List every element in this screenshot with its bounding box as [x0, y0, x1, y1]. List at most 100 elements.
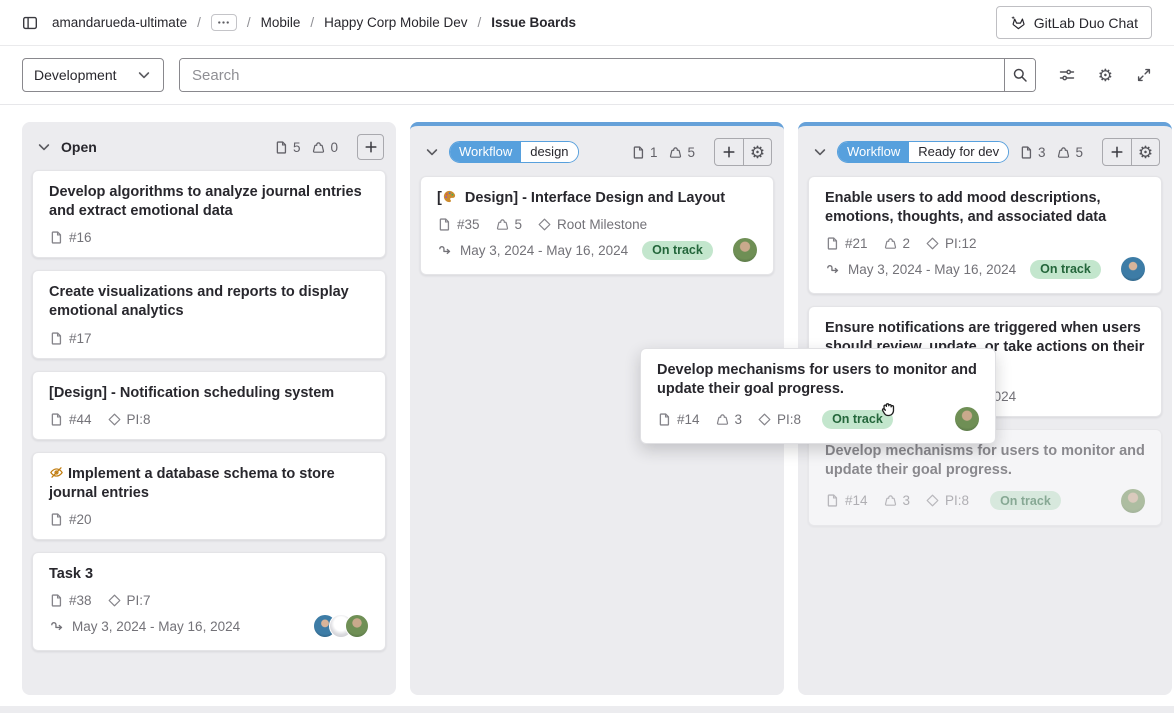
card-title: Enable users to add mood descriptions, e… — [825, 189, 1145, 227]
issue-card[interactable]: [ Design] - Interface Design and Layout … — [420, 176, 774, 275]
weight-icon — [668, 145, 683, 160]
weight-count: 0 — [311, 140, 338, 155]
fullscreen-button[interactable] — [1136, 67, 1152, 83]
avatar[interactable] — [345, 614, 369, 638]
plus-icon — [721, 144, 737, 160]
breadcrumb-group[interactable]: amandarueda-ultimate — [52, 15, 187, 30]
milestone: PI:8 — [107, 412, 151, 427]
breadcrumb-project[interactable]: Happy Corp Mobile Dev — [324, 15, 467, 30]
sidebar-toggle-icon[interactable] — [22, 15, 38, 31]
card-title: Develop mechanisms for users to monitor … — [825, 442, 1145, 480]
issue-card[interactable]: Task 3 #38 PI:7 May 3, 2024 - May 16, 20… — [32, 552, 386, 651]
card-meta: #21 2 PI:12 — [825, 236, 1145, 251]
issue-icon — [437, 217, 452, 232]
iteration-icon — [437, 243, 452, 258]
card-meta: #17 — [49, 331, 369, 346]
card-title: Develop algorithms to analyze journal en… — [49, 183, 369, 221]
add-issue-button[interactable] — [715, 139, 743, 165]
chevron-down-icon — [424, 144, 440, 160]
milestone: PI:8 — [757, 412, 801, 427]
card-meta: #20 — [49, 512, 369, 527]
board-toolbar: Development ⚙ — [0, 46, 1174, 105]
card-dates: May 3, 2024 - May 16, 2024 On track — [825, 257, 1145, 281]
board-switcher-dropdown[interactable]: Development — [22, 58, 164, 92]
issue-ref: #14 — [825, 493, 868, 508]
scoped-label[interactable]: Workflow design — [449, 141, 579, 163]
issue-card[interactable]: Create visualizations and reports to dis… — [32, 270, 386, 358]
add-issue-button[interactable] — [357, 134, 384, 160]
breadcrumb-separator: / — [310, 15, 314, 30]
issue-count: 3 — [1019, 145, 1046, 160]
chevron-down-icon — [36, 139, 52, 155]
scoped-label[interactable]: Workflow Ready for dev — [837, 141, 1009, 163]
board-settings-button[interactable]: ⚙ — [1098, 67, 1113, 84]
ellipsis-icon — [216, 15, 231, 30]
board-config-sliders-button[interactable] — [1059, 67, 1075, 83]
issue-ref: #21 — [825, 236, 868, 251]
avatar[interactable] — [1121, 257, 1145, 281]
dragged-issue-card[interactable]: Develop mechanisms for users to monitor … — [640, 348, 996, 444]
issue-ref: #38 — [49, 593, 92, 608]
top-bar: amandarueda-ultimate / / Mobile / Happy … — [0, 0, 1174, 46]
palette-icon — [442, 189, 457, 204]
milestone-icon — [757, 412, 772, 427]
card-title: [ Design] - Interface Design and Layout — [437, 189, 757, 208]
issue-icon — [49, 331, 64, 346]
avatar[interactable] — [955, 407, 979, 431]
issue-card[interactable]: [Design] - Notification scheduling syste… — [32, 371, 386, 440]
card-meta: #16 — [49, 230, 369, 245]
card-meta: #14 3 PI:8 On track — [825, 489, 1145, 513]
column-settings-button[interactable]: ⚙ — [743, 139, 771, 165]
hidden-eye-icon — [49, 465, 64, 480]
card-dates: May 3, 2024 - May 16, 2024 — [49, 614, 369, 638]
search-icon — [1012, 67, 1028, 83]
column-counts: 5 0 — [274, 140, 338, 155]
gear-icon: ⚙ — [750, 144, 765, 161]
card-title: Task 3 — [49, 565, 369, 584]
milestone-icon — [925, 236, 940, 251]
health-status-badge: On track — [1030, 260, 1101, 279]
grab-cursor-icon — [878, 397, 899, 418]
search-input[interactable] — [180, 59, 1004, 91]
breadcrumb-separator: / — [477, 15, 481, 30]
issue-count: 5 — [274, 140, 301, 155]
iteration-icon — [825, 262, 840, 277]
column-actions: ⚙ — [714, 138, 772, 166]
breadcrumb-ellipsis-button[interactable] — [211, 14, 237, 31]
add-issue-button[interactable] — [1103, 139, 1131, 165]
board-switcher-value: Development — [34, 67, 117, 83]
card-meta: #14 3 PI:8 On track — [657, 407, 979, 431]
label-scope: Workflow — [450, 142, 521, 162]
board-bottom-edge — [0, 706, 1174, 713]
avatar[interactable] — [733, 238, 757, 262]
search-button[interactable] — [1004, 59, 1035, 91]
issue-ref: #35 — [437, 217, 480, 232]
card-dates: May 3, 2024 - May 16, 2024 On track — [437, 238, 757, 262]
weight-count: 5 — [1056, 145, 1083, 160]
weight: 5 — [495, 217, 523, 232]
collapse-column-button[interactable] — [424, 144, 440, 160]
weight-icon — [495, 217, 510, 232]
issue-icon — [657, 412, 672, 427]
milestone-icon — [925, 493, 940, 508]
issue-icon — [49, 412, 64, 427]
collapse-column-button[interactable] — [36, 139, 52, 155]
breadcrumb-subgroup[interactable]: Mobile — [261, 15, 301, 30]
issue-card[interactable]: Implement a database schema to store jou… — [32, 452, 386, 540]
issue-card[interactable]: Enable users to add mood descriptions, e… — [808, 176, 1162, 294]
breadcrumb-separator: / — [247, 15, 251, 30]
card-meta: #44 PI:8 — [49, 412, 369, 427]
collapse-column-button[interactable] — [812, 144, 828, 160]
issue-ref: #20 — [49, 512, 92, 527]
column-settings-button[interactable]: ⚙ — [1131, 139, 1159, 165]
health-status-badge: On track — [642, 241, 713, 260]
assignee-avatars — [313, 614, 369, 638]
weight-icon — [883, 493, 898, 508]
milestone: Root Milestone — [537, 217, 647, 232]
issue-card[interactable]: Develop algorithms to analyze journal en… — [32, 170, 386, 258]
gitlab-duo-chat-button[interactable]: GitLab Duo Chat — [996, 6, 1152, 39]
breadcrumb-current-page: Issue Boards — [491, 15, 576, 30]
column-header: Open 5 0 — [22, 122, 396, 170]
milestone: PI:12 — [925, 236, 977, 251]
assignee-avatars — [955, 407, 979, 431]
